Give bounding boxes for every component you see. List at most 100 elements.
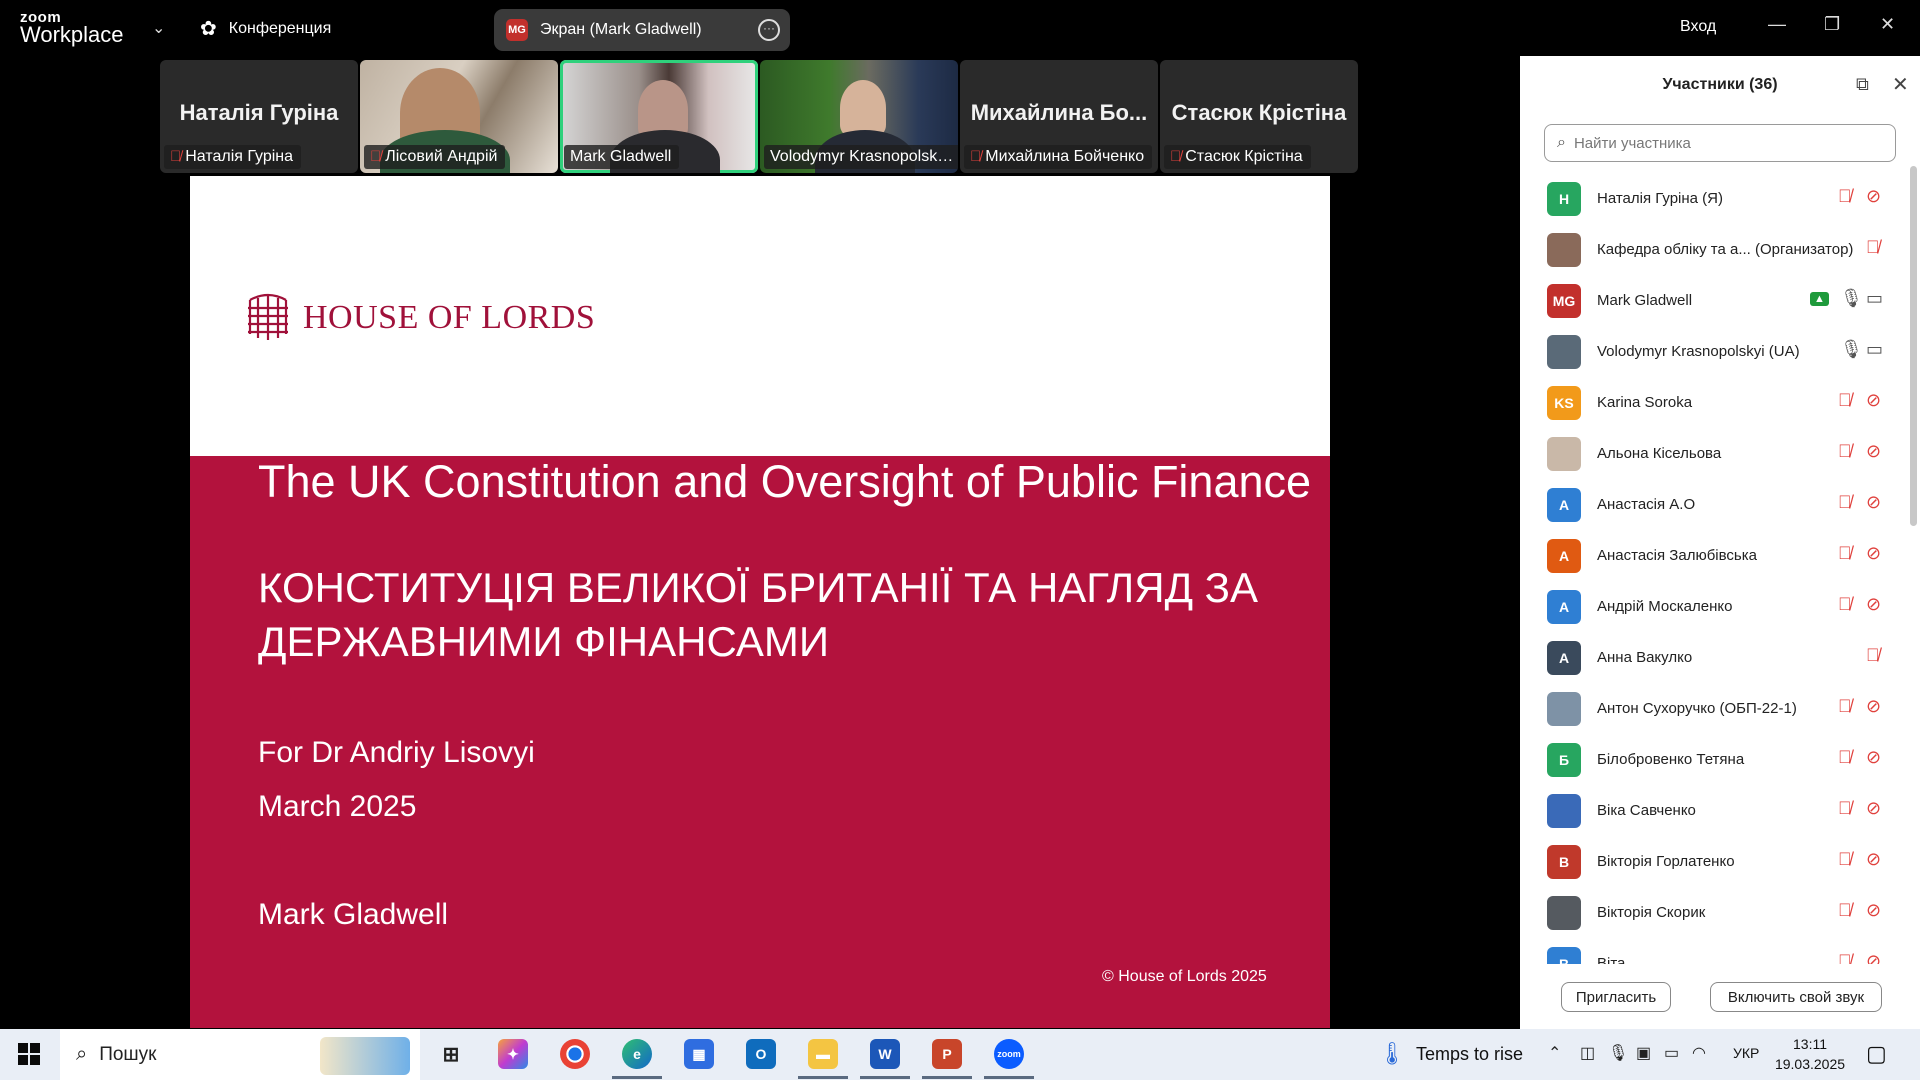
camera-off-icon[interactable]: ⊘ <box>1866 543 1881 564</box>
video-tile[interactable]: Стасюк Крістіна 🎙̸ Стасюк Крістіна <box>1160 60 1358 173</box>
participant-name: Віка Савченко <box>1597 802 1696 819</box>
microphone-off-icon[interactable]: 🎙̸ <box>1866 237 1880 258</box>
chrome-icon[interactable] <box>560 1039 590 1069</box>
microsoft-store-icon[interactable]: ▦ <box>684 1039 714 1069</box>
windows-start-icon[interactable] <box>18 1043 40 1065</box>
minimize-icon[interactable]: — <box>1768 14 1786 35</box>
pop-out-icon[interactable]: ⧉ <box>1856 74 1869 95</box>
taskbar-search-label: Пошук <box>99 1043 157 1065</box>
screen-share-pill[interactable]: MG Экран (Mark Gladwell) ··· <box>494 9 790 51</box>
microphone-off-icon[interactable]: 🎙̸ <box>1838 900 1852 921</box>
participant-name: Віта <box>1597 955 1626 964</box>
taskbar-search[interactable]: ⌕ Пошук <box>60 1029 420 1080</box>
participant-row[interactable]: В Вікторія Горлатенко 🎙̸ ⊘ <box>1520 837 1908 888</box>
participant-search-input[interactable]: ⌕ Найти участника <box>1544 124 1896 162</box>
camera-off-icon[interactable]: ⊘ <box>1866 594 1881 615</box>
edge-icon[interactable]: e <box>612 1039 662 1079</box>
participant-list-scrollbar[interactable] <box>1910 166 1917 526</box>
participant-row[interactable]: Альона Кісельова 🎙̸ ⊘ <box>1520 429 1908 480</box>
video-strip: Наталія Гуріна 🎙̸ Наталія Гуріна 🎙̸ Лісови… <box>160 60 1360 173</box>
camera-off-icon[interactable]: ⊘ <box>1866 951 1881 964</box>
participant-row[interactable]: Кафедра обліку та а... (Организатор) 🎙̸ <box>1520 225 1908 276</box>
video-tile[interactable]: Volodymyr Krasnopolskyi ... <box>760 60 958 173</box>
signin-button[interactable]: Вход <box>1680 18 1716 36</box>
microphone-off-icon[interactable]: 🎙̸ <box>1838 951 1852 964</box>
video-tile-active-speaker[interactable]: Mark Gladwell <box>560 60 758 173</box>
participant-row[interactable]: Вікторія Скорик 🎙̸ ⊘ <box>1520 888 1908 939</box>
participant-name: Анастасія Залюбівська <box>1597 547 1757 564</box>
participant-row[interactable]: KS Karina Soroka 🎙̸ ⊘ <box>1520 378 1908 429</box>
video-tile[interactable]: Наталія Гуріна 🎙̸ Наталія Гуріна <box>160 60 358 173</box>
microphone-tray-icon[interactable]: 🎙 <box>1608 1043 1628 1063</box>
participant-row[interactable]: А Анастасія А.О 🎙̸ ⊘ <box>1520 480 1908 531</box>
video-tile[interactable]: 🎙̸ Лісовий Андрій <box>360 60 558 173</box>
participant-row[interactable]: В Віта 🎙̸ ⊘ <box>1520 939 1908 964</box>
camera-off-icon[interactable]: ⊘ <box>1866 441 1881 462</box>
participant-row[interactable]: Антон Сухоручко (ОБП-22-1) 🎙̸ ⊘ <box>1520 684 1908 735</box>
screen-share-tray-icon[interactable]: ▣ <box>1636 1043 1651 1063</box>
participant-row[interactable]: MG Mark Gladwell ▲ 🎙 ▭ <box>1520 276 1908 327</box>
tile-name-label: Volodymyr Krasnopolskyi ... <box>764 145 958 169</box>
copilot-icon[interactable]: ✦ <box>498 1039 528 1069</box>
tile-name-label: 🎙̸ Наталія Гуріна <box>164 145 301 169</box>
microphone-off-icon[interactable]: 🎙̸ <box>1838 543 1852 564</box>
camera-off-icon[interactable]: ⊘ <box>1866 492 1881 513</box>
camera-off-icon[interactable]: ⊘ <box>1866 390 1881 411</box>
camera-off-icon[interactable]: ⊘ <box>1866 798 1881 819</box>
participant-row[interactable]: А Анна Вакулко 🎙̸ <box>1520 633 1908 684</box>
unmute-self-button[interactable]: Включить свой звук <box>1710 982 1882 1012</box>
powerpoint-icon[interactable]: P <box>922 1039 972 1079</box>
close-panel-icon[interactable]: ✕ <box>1892 72 1909 97</box>
participant-row[interactable]: Віка Савченко 🎙̸ ⊘ <box>1520 786 1908 837</box>
file-explorer-icon[interactable]: ▬ <box>798 1039 848 1079</box>
microphone-off-icon[interactable]: 🎙̸ <box>1838 798 1852 819</box>
camera-off-icon[interactable]: ⊘ <box>1866 747 1881 768</box>
participant-row[interactable]: Volodymyr Krasnopolskyi (UA) 🎙 ▭ <box>1520 327 1908 378</box>
camera-off-icon[interactable]: ⊘ <box>1866 849 1881 870</box>
notifications-icon[interactable]: ▢ <box>1866 1041 1887 1067</box>
microphone-off-icon[interactable]: 🎙̸ <box>1838 390 1852 411</box>
participant-row[interactable]: А Андрій Москаленко 🎙̸ ⊘ <box>1520 582 1908 633</box>
participant-row[interactable]: А Анастасія Залюбівська 🎙̸ ⊘ <box>1520 531 1908 582</box>
clock-time: 13:11 <box>1793 1036 1827 1052</box>
participant-row[interactable]: Н Наталія Гуріна (Я) 🎙̸ ⊘ <box>1520 174 1908 225</box>
word-icon[interactable]: W <box>860 1039 910 1079</box>
microphone-off-icon[interactable]: 🎙̸ <box>1866 645 1880 666</box>
participant-row[interactable]: Б Білобровенко Тетяна 🎙̸ ⊘ <box>1520 735 1908 786</box>
close-window-icon[interactable]: ✕ <box>1880 14 1895 35</box>
invite-button[interactable]: Пригласить <box>1561 982 1671 1012</box>
outlook-icon[interactable]: O <box>746 1039 776 1069</box>
microphone-off-icon[interactable]: 🎙̸ <box>1838 594 1852 615</box>
participant-name: Вікторія Скорик <box>1597 904 1706 921</box>
task-view-icon[interactable]: ⊞ <box>436 1039 466 1069</box>
camera-off-icon[interactable]: ⊘ <box>1866 186 1881 207</box>
chevron-up-icon[interactable]: ⌃ <box>1548 1043 1561 1063</box>
wifi-icon[interactable]: ◠ <box>1692 1043 1706 1063</box>
battery-icon[interactable]: ▭ <box>1664 1043 1679 1063</box>
zoom-icon[interactable]: zoom <box>984 1039 1034 1079</box>
chevron-down-icon[interactable]: ⌄ <box>152 18 165 38</box>
camera-icon[interactable]: ▭ <box>1866 339 1883 360</box>
zoom-workplace-logo[interactable]: zoom Workplace <box>20 10 124 46</box>
restore-icon[interactable]: ❐ <box>1824 14 1840 35</box>
microphone-off-icon[interactable]: 🎙̸ <box>1838 849 1852 870</box>
video-tile[interactable]: Михайлина Бо... 🎙̸ Михайлина Бойченко <box>960 60 1158 173</box>
microphone-icon[interactable]: 🎙 <box>1840 288 1863 309</box>
microphone-off-icon[interactable]: 🎙̸ <box>1838 696 1852 717</box>
microphone-off-icon[interactable]: 🎙̸ <box>1838 186 1852 207</box>
search-icon: ⌕ <box>1557 134 1566 151</box>
microphone-off-icon[interactable]: 🎙̸ <box>1838 747 1852 768</box>
microphone-icon[interactable]: 🎙 <box>1840 339 1863 360</box>
camera-off-icon[interactable]: ⊘ <box>1866 696 1881 717</box>
camera-icon[interactable]: ▭ <box>1866 288 1883 309</box>
camera-tray-icon[interactable]: ◫ <box>1580 1043 1595 1063</box>
microphone-off-icon[interactable]: 🎙̸ <box>1838 441 1852 462</box>
taskbar-clock[interactable]: 13:11 19.03.2025 <box>1760 1034 1860 1074</box>
weather-widget[interactable]: 🌡 Temps to rise <box>1378 1041 1523 1067</box>
camera-off-icon[interactable]: ⊘ <box>1866 900 1881 921</box>
more-options-icon[interactable]: ··· <box>758 19 780 41</box>
microphone-off-icon[interactable]: 🎙̸ <box>1838 492 1852 513</box>
meeting-menu-button[interactable]: ✿ Конференция <box>200 16 331 41</box>
language-indicator[interactable]: УКР <box>1733 1045 1759 1061</box>
windows-taskbar: ⌕ Пошук ⊞ ✦ e ▦ O ▬ W P zoom 🌡 Temps to … <box>0 1029 1920 1080</box>
